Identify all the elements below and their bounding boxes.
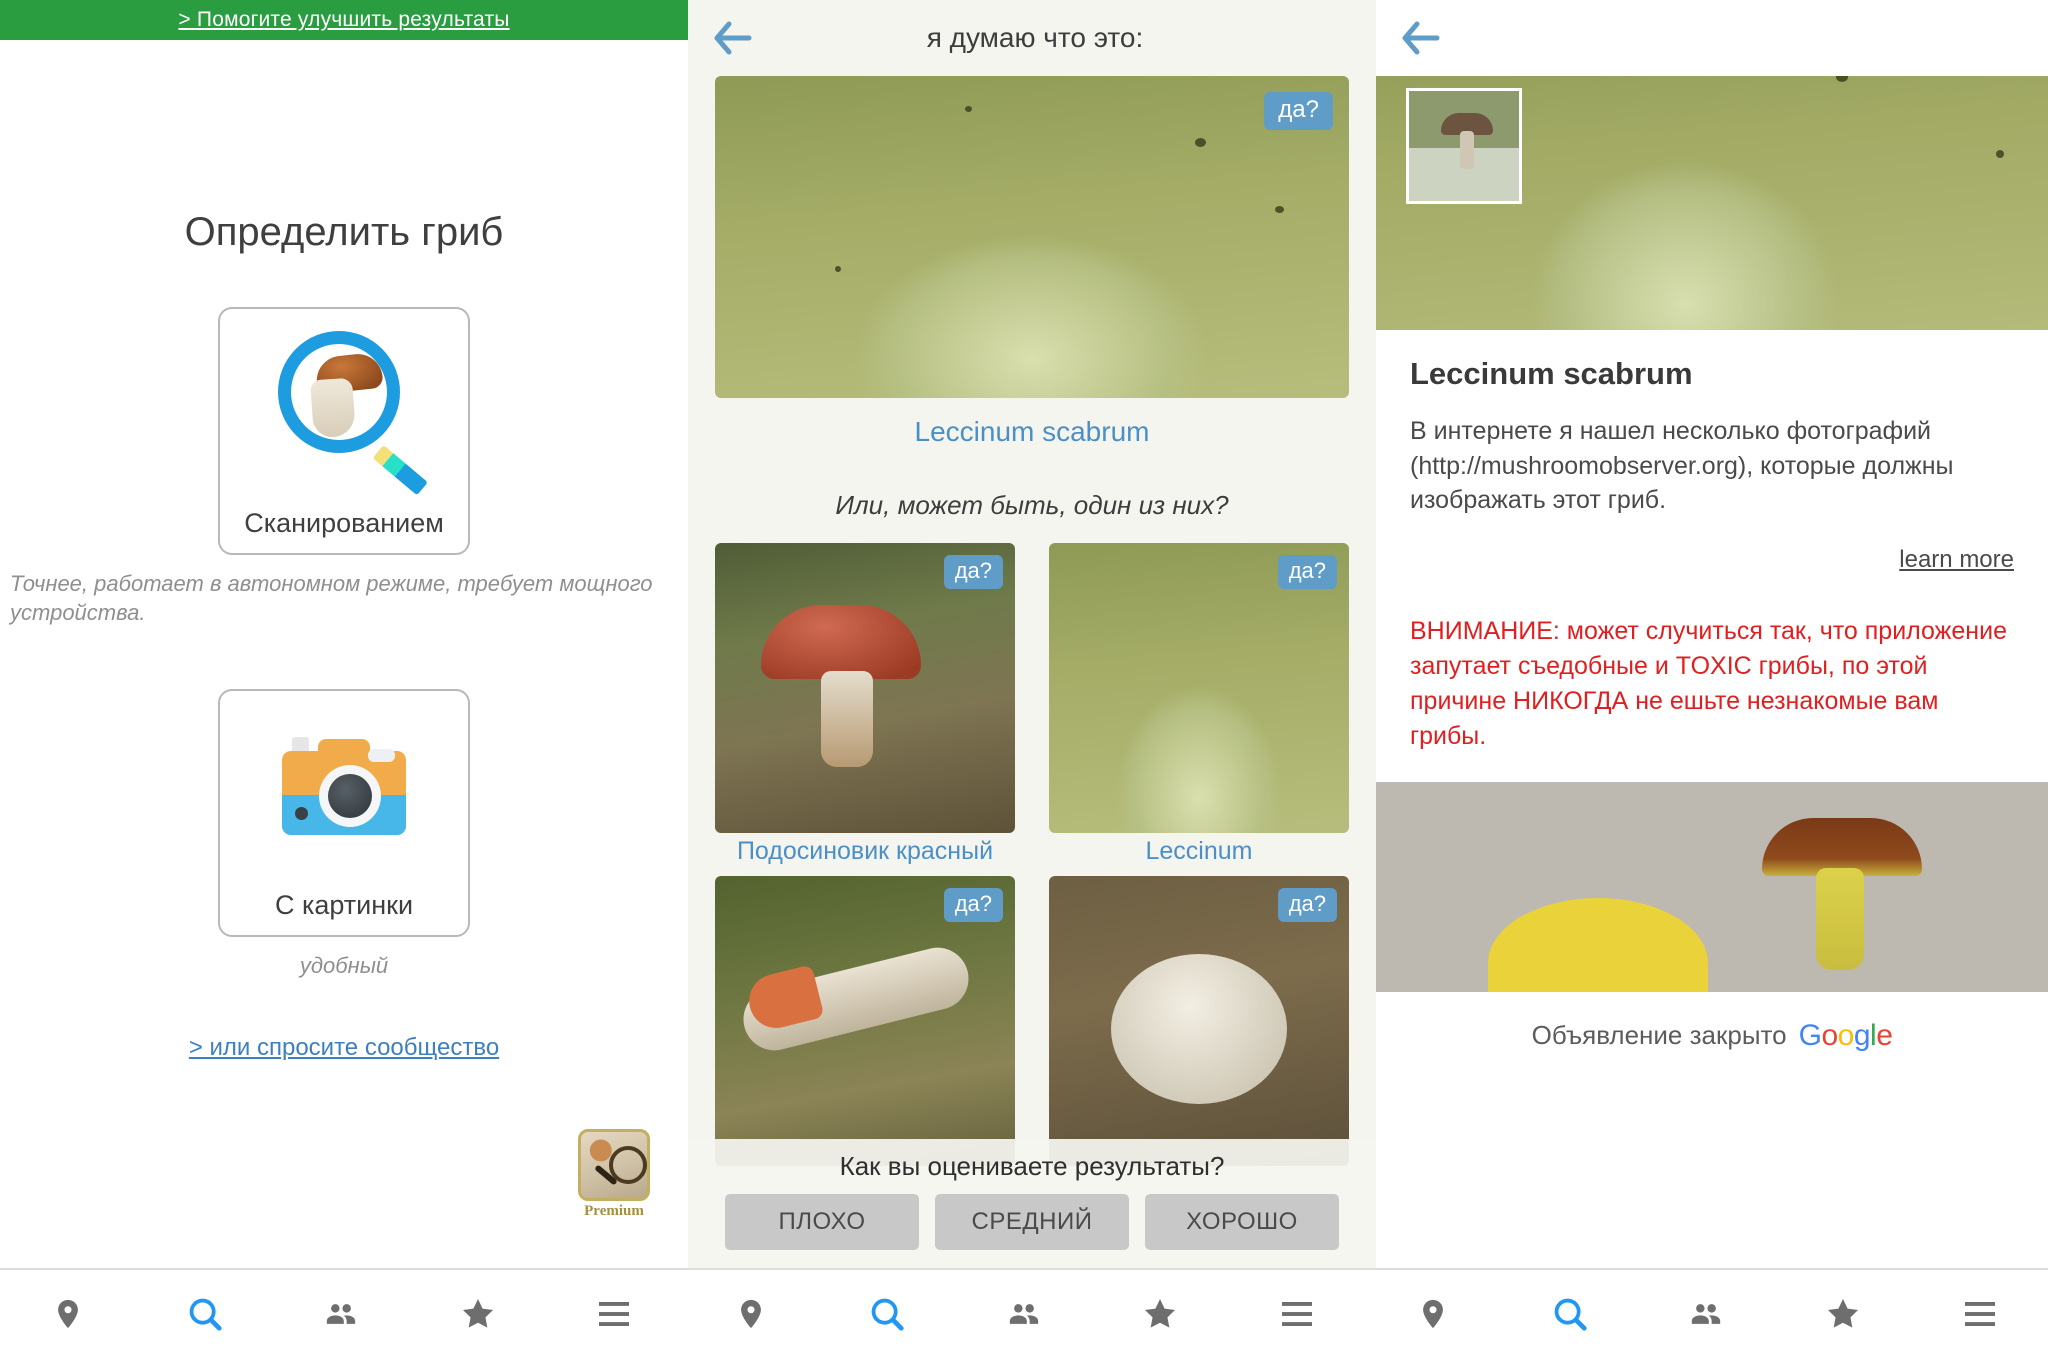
back-arrow-icon[interactable]	[1398, 16, 1442, 60]
scan-method-hint: Точнее, работает в автономном режиме, тр…	[10, 571, 653, 626]
confirm-yes-button[interactable]: да?	[1264, 92, 1333, 130]
details-hero-photo	[1376, 0, 2048, 330]
rating-bad-button[interactable]: ПЛОХО	[725, 1194, 919, 1250]
star-icon[interactable]	[1117, 1278, 1203, 1350]
app-screenshot: > Помогите улучшить результаты Определит…	[0, 0, 2048, 1358]
search-icon[interactable]	[1527, 1278, 1613, 1350]
menu-icon[interactable]	[571, 1278, 657, 1350]
premium-badge-label: Premium	[584, 1203, 644, 1219]
pane-result: я думаю что это: да? Leccinum scabrum Ил…	[688, 0, 1376, 1268]
page-title: Определить гриб	[184, 210, 504, 254]
rating-question: Как вы оцениваете результаты?	[839, 1151, 1225, 1181]
alternative-species-link[interactable]: Подосиновик красный	[715, 833, 1015, 866]
species-description: В интернете я нашел несколько фотографий…	[1410, 417, 1954, 514]
search-icon[interactable]	[844, 1278, 930, 1350]
confirm-yes-button[interactable]: да?	[943, 888, 1003, 922]
toxicity-warning: ВНИМАНИЕ: может случиться так, что прило…	[1410, 616, 2007, 750]
location-pin-icon[interactable]	[708, 1278, 794, 1350]
result-header: я думаю что это:	[688, 0, 1376, 76]
alternatives-grid: да? Подосиновик красный да? Leccinum да?	[688, 543, 1376, 1166]
three-pane-container: > Помогите улучшить результаты Определит…	[0, 0, 2048, 1268]
confirm-yes-button[interactable]: да?	[943, 555, 1003, 589]
search-icon[interactable]	[162, 1278, 248, 1350]
result-title: я думаю что это:	[926, 22, 1144, 53]
alternative-species-link[interactable]: Leccinum	[1049, 833, 1349, 866]
people-icon[interactable]	[981, 1278, 1067, 1350]
nav-group-middle	[683, 1270, 1366, 1358]
pane-identify: > Помогите улучшить результаты Определит…	[0, 0, 688, 1268]
ask-community-link[interactable]: > или спросите сообщество	[189, 1034, 499, 1062]
people-icon[interactable]	[1663, 1278, 1749, 1350]
rating-buttons: ПЛОХО СРЕДНИЙ ХОРОШО	[688, 1194, 1376, 1250]
improve-results-banner[interactable]: > Помогите улучшить результаты	[0, 0, 688, 40]
rating-medium-button[interactable]: СРЕДНИЙ	[935, 1194, 1129, 1250]
alternative-photo[interactable]: да?	[715, 876, 1015, 1166]
alternatives-prompt: Или, может быть, один из них?	[835, 490, 1229, 520]
camera-icon	[260, 707, 428, 875]
alternative-photo[interactable]: да?	[715, 543, 1015, 833]
menu-icon[interactable]	[1937, 1278, 2023, 1350]
advertisement-image[interactable]	[1376, 781, 2048, 992]
rating-good-button[interactable]: ХОРОШО	[1145, 1194, 1339, 1250]
picture-method-card[interactable]: С картинки	[218, 689, 470, 938]
location-pin-icon[interactable]	[1390, 1278, 1476, 1350]
google-logo: Google	[1798, 1018, 1893, 1052]
species-name: Leccinum scabrum	[1410, 356, 1693, 391]
rating-section: Как вы оцениваете результаты? ПЛОХО СРЕД…	[688, 1139, 1376, 1268]
details-content: Leccinum scabrum В интернете я нашел нес…	[1376, 330, 2048, 754]
nav-group-right	[1365, 1270, 2048, 1358]
menu-icon[interactable]	[1254, 1278, 1340, 1350]
picture-method-label: С картинки	[274, 890, 414, 921]
star-icon[interactable]	[1800, 1278, 1886, 1350]
magnifier-mushroom-icon	[260, 325, 428, 496]
scan-method-label: Сканированием	[244, 508, 444, 538]
star-icon[interactable]	[435, 1278, 521, 1350]
learn-more-link[interactable]: learn more	[1410, 546, 2014, 574]
primary-result-photo[interactable]: да?	[715, 76, 1349, 398]
alternative-photo[interactable]: да?	[1049, 876, 1349, 1166]
ad-closed-footer: Объявление закрыто Google	[1376, 991, 2048, 1080]
improve-results-link[interactable]: > Помогите улучшить результаты	[178, 8, 509, 32]
primary-species-link[interactable]: Leccinum scabrum	[688, 416, 1376, 448]
scan-method-card[interactable]: Сканированием	[218, 307, 470, 555]
location-pin-icon[interactable]	[25, 1278, 111, 1350]
nav-group-left	[0, 1270, 683, 1358]
pane-details: Leccinum scabrum В интернете я нашел нес…	[1376, 0, 2048, 1268]
back-arrow-icon[interactable]	[710, 16, 754, 60]
bottom-navigation-bar	[0, 1268, 2048, 1358]
premium-badge[interactable]: Premium	[578, 1129, 650, 1220]
identify-body: Определить гриб Сканированием Точнее, ра…	[0, 40, 688, 1268]
alternative-photo[interactable]: да?	[1049, 543, 1349, 833]
premium-app-icon	[578, 1129, 650, 1201]
ad-closed-text: Объявление закрыто	[1531, 1020, 1787, 1050]
confirm-yes-button[interactable]: да?	[1277, 555, 1337, 589]
people-icon[interactable]	[298, 1278, 384, 1350]
source-thumbnail[interactable]	[1406, 88, 1522, 204]
picture-method-hint: удобный	[299, 953, 389, 979]
confirm-yes-button[interactable]: да?	[1277, 888, 1337, 922]
